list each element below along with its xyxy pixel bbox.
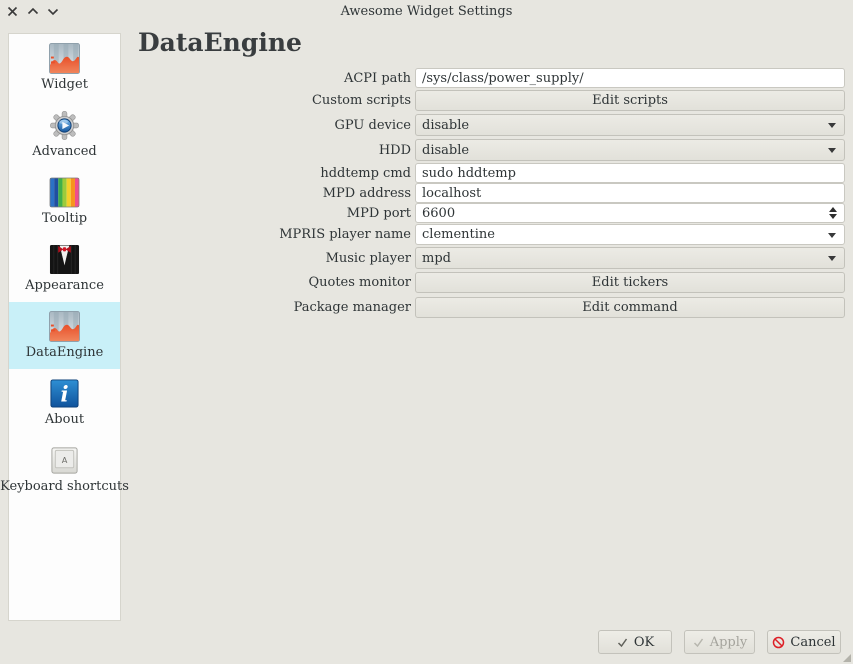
edit-tickers-button[interactable]: Edit tickers [415, 272, 845, 293]
window-title: Awesome Widget Settings [0, 4, 853, 19]
form-row: MPD address [0, 183, 845, 203]
sidebar-item-label: About [45, 412, 84, 427]
mpd-address-input[interactable] [415, 183, 845, 203]
field-label-custom-scripts: Custom scripts [0, 93, 415, 108]
sidebar-item-keyboard-shortcuts[interactable]: A Keyboard shortcuts [9, 436, 120, 503]
cancel-button-label: Cancel [790, 635, 835, 650]
edit-scripts-button[interactable]: Edit scripts [415, 90, 845, 111]
apply-button: Apply [684, 630, 755, 654]
field-label-package-manager: Package manager [0, 300, 415, 315]
resize-grip[interactable] [843, 654, 851, 662]
title-bar: Awesome Widget Settings [0, 0, 853, 24]
field-label-quotes-monitor: Quotes monitor [0, 275, 415, 290]
check-icon [692, 636, 705, 649]
form-row: MPD port [0, 203, 845, 223]
ok-button-label: OK [634, 635, 654, 650]
spinner-arrows-icon[interactable] [829, 207, 837, 219]
edit-command-button[interactable]: Edit command [415, 297, 845, 318]
field-label-hdd: HDD [0, 143, 415, 158]
sidebar-item-about[interactable]: i About [9, 369, 120, 436]
field-label-mpd-port: MPD port [0, 206, 415, 221]
form-row: HDD disable [0, 139, 845, 161]
gpu-device-dropdown[interactable]: disable [415, 114, 845, 136]
hdd-value: disable [422, 143, 469, 158]
dropdown-arrow-icon [828, 123, 836, 128]
mpd-port-input[interactable] [415, 203, 845, 223]
form-row: ACPI path [0, 68, 845, 88]
ok-button[interactable]: OK [598, 630, 672, 654]
form-row: Package manager Edit command [0, 297, 845, 318]
hddtemp-cmd-input[interactable] [415, 163, 845, 183]
form-row: Music player mpd [0, 247, 845, 269]
check-icon [616, 636, 629, 649]
field-label-mpris-player-name: MPRIS player name [0, 227, 415, 242]
cancel-button[interactable]: Cancel [767, 630, 841, 654]
form-row: Quotes monitor Edit tickers [0, 272, 845, 293]
acpi-path-input[interactable] [415, 68, 845, 88]
form-row: Custom scripts Edit scripts [0, 90, 845, 111]
field-label-mpd-address: MPD address [0, 186, 415, 201]
sidebar-item-label: DataEngine [26, 345, 104, 360]
apply-button-label: Apply [710, 635, 748, 650]
music-player-dropdown[interactable]: mpd [415, 247, 845, 269]
page-title: DataEngine [138, 28, 302, 57]
dropdown-arrow-icon [828, 233, 836, 238]
keyboard-key-icon: A [49, 445, 80, 476]
field-label-gpu-device: GPU device [0, 118, 415, 133]
cancel-icon [772, 636, 785, 649]
field-label-acpi-path: ACPI path [0, 71, 415, 86]
svg-text:A: A [62, 455, 68, 465]
field-label-hddtemp-cmd: hddtemp cmd [0, 166, 415, 181]
mpris-player-name-value: clementine [422, 227, 495, 242]
info-icon: i [49, 378, 80, 409]
dropdown-arrow-icon [828, 148, 836, 153]
music-player-value: mpd [422, 251, 451, 266]
form-row: MPRIS player name clementine [0, 224, 845, 245]
dropdown-arrow-icon [828, 256, 836, 261]
hdd-dropdown[interactable]: disable [415, 139, 845, 161]
mpris-player-name-combobox[interactable]: clementine [415, 224, 845, 245]
sidebar-item-label: Keyboard shortcuts [0, 479, 129, 494]
field-label-music-player: Music player [0, 251, 415, 266]
svg-text:i: i [60, 382, 68, 407]
gpu-device-value: disable [422, 118, 469, 133]
form-row: GPU device disable [0, 114, 845, 136]
form-row: hddtemp cmd [0, 163, 845, 183]
